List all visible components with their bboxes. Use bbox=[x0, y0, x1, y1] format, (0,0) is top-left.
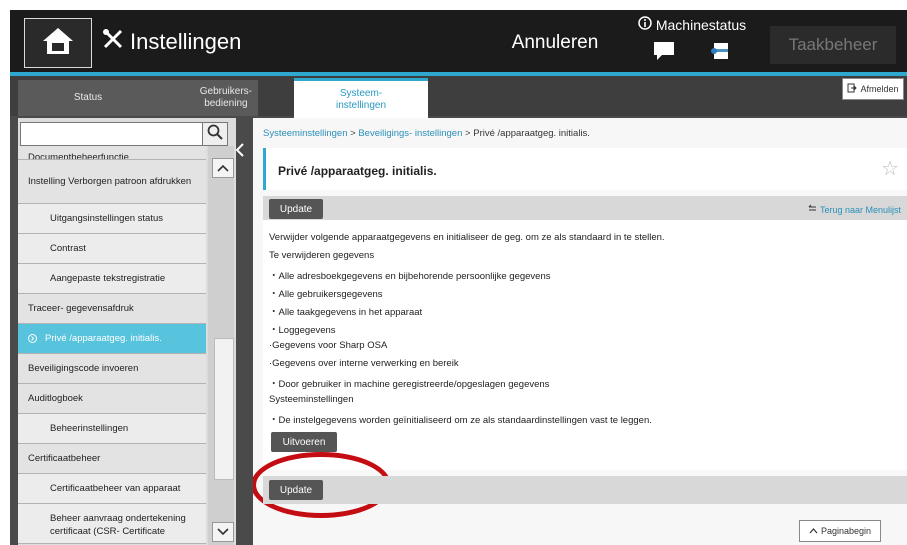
sidebar-item-certificate-management[interactable]: Certificaatbeheer bbox=[18, 444, 206, 474]
main-content: Systeeminstellingen > Beveiligings- inst… bbox=[253, 118, 907, 545]
description-line: ・Loggegevens bbox=[269, 325, 336, 336]
sidebar: Documentbeheerfunctie Instelling Verborg… bbox=[18, 118, 236, 545]
sidebar-item-audit-log[interactable]: Auditlogboek bbox=[18, 384, 206, 414]
selected-marker-icon bbox=[28, 334, 37, 343]
tab-status[interactable]: Status bbox=[18, 80, 158, 116]
back-arrow-icon bbox=[808, 204, 817, 215]
settings-page-title: Privé /apparaatgeg. initialis. bbox=[278, 164, 437, 178]
scroll-thumb[interactable] bbox=[214, 338, 234, 480]
description-line: ・Door gebruiker in machine geregistreerd… bbox=[269, 379, 550, 390]
machine-status-button[interactable]: Machinestatus bbox=[618, 12, 766, 70]
sidebar-item-custom-text[interactable]: Aangepaste tekstregistratie bbox=[18, 264, 206, 294]
logout-label: Afmelden bbox=[860, 84, 899, 94]
home-icon bbox=[41, 26, 75, 61]
execute-button[interactable]: Uitvoeren bbox=[271, 432, 337, 452]
collapse-sidebar-button[interactable] bbox=[232, 122, 248, 182]
top-of-page-button[interactable]: Paginabegin bbox=[799, 520, 881, 542]
scroll-down-button[interactable] bbox=[212, 522, 234, 542]
sidebar-item-document-management[interactable]: Documentbeheerfunctie bbox=[18, 146, 206, 160]
tab-bar: Status Gebruikers- bediening Systeem- in… bbox=[10, 76, 907, 118]
settings-menu: Documentbeheerfunctie Instelling Verborg… bbox=[18, 146, 206, 544]
sidebar-item-hidden-pattern[interactable]: Instelling Verborgen patroon afdrukken bbox=[18, 160, 206, 204]
breadcrumb-system-settings[interactable]: Systeeminstellingen bbox=[263, 128, 348, 139]
description-line: ・Alle taakgegevens in het apparaat bbox=[269, 307, 423, 318]
update-button-bottom[interactable]: Update bbox=[269, 480, 323, 500]
breadcrumb: Systeeminstellingen > Beveiligings- inst… bbox=[263, 128, 590, 139]
tab-user-control[interactable]: Gebruikers- bediening bbox=[158, 80, 258, 116]
back-to-menu-label: Terug naar Menulijst bbox=[819, 204, 901, 215]
page-body: Verwijder volgende apparaatgegevens en i… bbox=[253, 220, 907, 518]
breadcrumb-security-settings[interactable]: Beveiligings- instellingen bbox=[358, 128, 462, 139]
tab-system-settings[interactable]: Systeem- instellingen bbox=[294, 78, 428, 118]
sidebar-item-device-certificate[interactable]: Certificaatbeheer van apparaat bbox=[18, 474, 206, 504]
chevron-up-icon bbox=[809, 526, 818, 536]
sidebar-item-admin-settings[interactable]: Beheerinstellingen bbox=[18, 414, 206, 444]
scroll-up-button[interactable] bbox=[212, 158, 234, 178]
back-to-menu-link[interactable]: Terug naar Menulijst bbox=[808, 204, 901, 215]
page-header: Privé /apparaatgeg. initialis. ☆ bbox=[263, 148, 907, 190]
message-icon bbox=[653, 41, 675, 66]
breadcrumb-separator: > bbox=[350, 128, 356, 139]
favorite-star-icon[interactable]: ☆ bbox=[881, 156, 899, 181]
description-line: Verwijder volgende apparaatgegevens en i… bbox=[269, 232, 665, 243]
description-line: Te verwijderen gegevens bbox=[269, 250, 375, 261]
sidebar-item-output-status[interactable]: Uitgangsinstellingen status bbox=[18, 204, 206, 234]
device-screen: Instellingen Annuleren Machinestatus Taa… bbox=[10, 10, 907, 545]
search-icon bbox=[207, 124, 223, 145]
search-button[interactable] bbox=[202, 122, 228, 146]
update-button-top[interactable]: Update bbox=[269, 199, 323, 219]
info-icon bbox=[638, 16, 652, 33]
search-input[interactable] bbox=[20, 122, 204, 146]
description-line: ・De instelgegevens worden geïnitialiseer… bbox=[269, 415, 652, 426]
sidebar-item-contrast[interactable]: Contrast bbox=[18, 234, 206, 264]
chevron-down-icon bbox=[217, 523, 229, 541]
sidebar-item-label: Privé /apparaatgeg. initialis. bbox=[45, 333, 162, 344]
breadcrumb-current: Privé /apparaatgeg. initialis. bbox=[473, 128, 590, 139]
bottom-button-bar: Update bbox=[263, 476, 907, 504]
sidebar-item-csr-management[interactable]: Beheer aanvraag ondertekening certificaa… bbox=[18, 504, 206, 544]
sidebar-item-security-code[interactable]: Beveiligingscode invoeren bbox=[18, 354, 206, 384]
description-line: ・Alle gebruikersgegevens bbox=[269, 289, 383, 300]
cancel-button[interactable]: Annuleren bbox=[496, 24, 614, 62]
description-line: Systeeminstellingen bbox=[269, 394, 354, 405]
sidebar-item-trace-print[interactable]: Traceer- gegevensafdruk bbox=[18, 294, 206, 324]
description-line: ·Gegevens voor Sharp OSA bbox=[269, 340, 388, 351]
chevron-left-icon bbox=[235, 142, 245, 163]
tab-user-control-label: Gebruikers- bediening bbox=[199, 86, 252, 109]
breadcrumb-separator: > bbox=[465, 128, 471, 139]
sidebar-item-private-data-init[interactable]: Privé /apparaatgeg. initialis. bbox=[18, 324, 206, 354]
sidebar-item-label: Documentbeheerfunctie bbox=[28, 152, 129, 160]
home-button[interactable] bbox=[24, 18, 92, 68]
description-line: ·Gegevens over interne verwerking en ber… bbox=[269, 358, 459, 369]
tools-icon bbox=[102, 28, 124, 56]
description-line: ・Alle adresboekgegevens en bijbehorende … bbox=[269, 271, 551, 282]
page-title: Instellingen bbox=[102, 28, 241, 56]
top-bar: Instellingen Annuleren Machinestatus Taa… bbox=[10, 10, 907, 72]
logout-button[interactable]: Afmelden bbox=[842, 78, 904, 100]
chevron-up-icon bbox=[217, 159, 229, 177]
logout-icon bbox=[847, 83, 858, 95]
job-status-button[interactable]: Taakbeheer bbox=[770, 26, 896, 64]
tab-system-settings-label: Systeem- instellingen bbox=[335, 87, 387, 111]
app-title: Instellingen bbox=[130, 29, 242, 54]
top-of-page-label: Paginabegin bbox=[820, 526, 872, 536]
machine-status-label: Machinestatus bbox=[655, 16, 747, 33]
printer-status-icon bbox=[711, 41, 731, 66]
